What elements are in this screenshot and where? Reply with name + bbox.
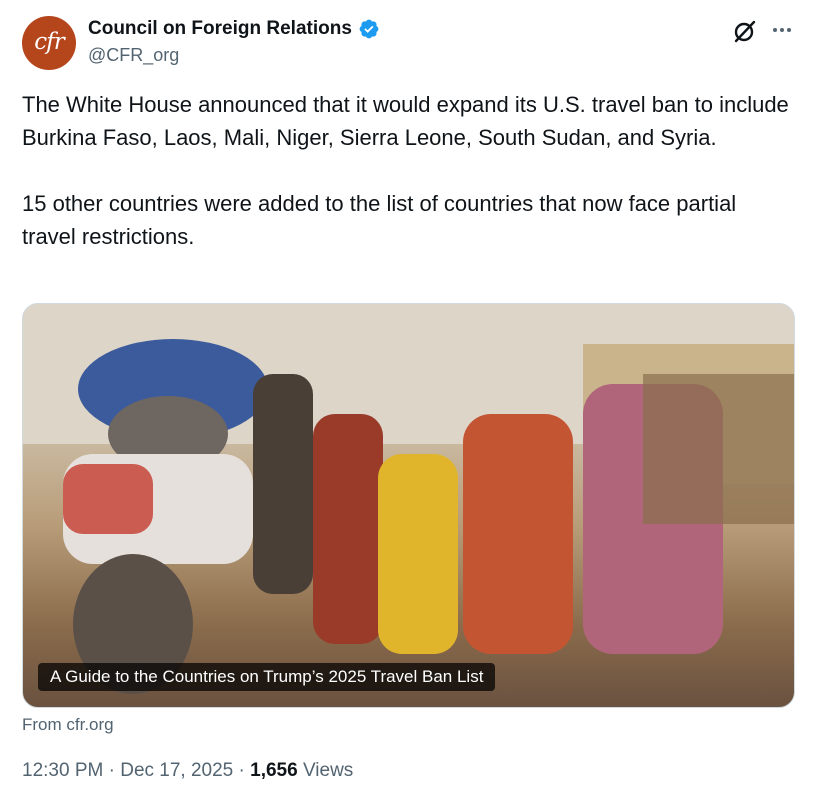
avatar[interactable]: cfr <box>22 16 76 70</box>
link-card-image[interactable] <box>22 303 795 708</box>
separator: · <box>238 760 245 781</box>
views-count[interactable]: 1,656 <box>250 760 298 781</box>
tweet-text: The White House announced that it would … <box>22 92 789 249</box>
tweet-meta: 12:30 PM · Dec 17, 2025 · 1,656 Views <box>22 760 353 782</box>
more-icon[interactable] <box>770 18 794 42</box>
more-dot <box>787 28 791 32</box>
verified-badge-icon <box>359 19 379 39</box>
link-card-title[interactable]: A Guide to the Countries on Trump’s 2025… <box>38 663 496 691</box>
views-label: Views <box>302 760 354 781</box>
grok-icon[interactable] <box>732 18 758 44</box>
avatar-text: cfr <box>34 28 64 55</box>
more-dot <box>773 28 777 32</box>
separator: · <box>108 760 115 781</box>
author-handle[interactable]: @CFR_org <box>88 45 179 66</box>
photo-scene <box>23 304 794 694</box>
more-dot <box>780 28 784 32</box>
author-display-name[interactable]: Council on Foreign Relations <box>88 18 352 40</box>
tweet-date[interactable]: Dec 17, 2025 <box>120 760 233 781</box>
tweet-time[interactable]: 12:30 PM <box>22 760 103 781</box>
author-name-row: Council on Foreign Relations <box>88 18 380 40</box>
link-source[interactable]: From cfr.org <box>22 715 114 735</box>
